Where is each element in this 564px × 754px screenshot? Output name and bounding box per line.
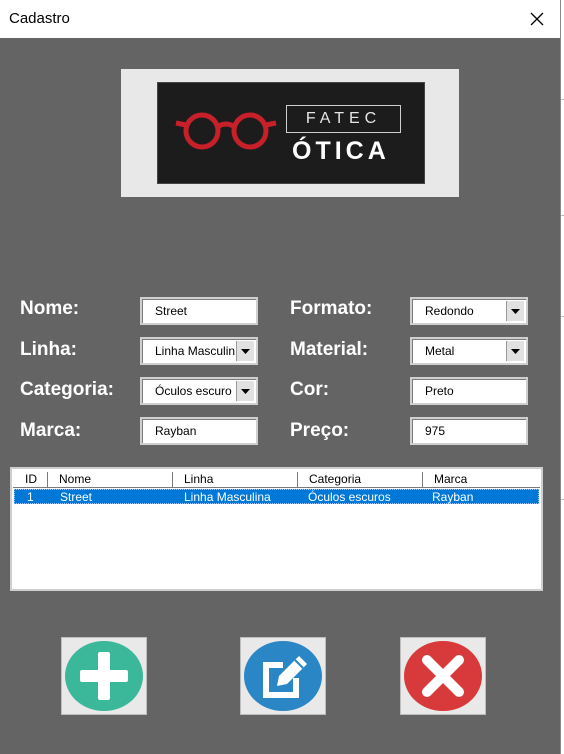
linha-label: Linha: — [20, 339, 77, 360]
material-dropdown-button[interactable] — [506, 341, 524, 361]
add-button[interactable] — [61, 637, 147, 715]
chevron-down-icon — [511, 308, 520, 314]
cor-label: Cor: — [290, 379, 330, 400]
linha-combobox[interactable]: Linha Masculin — [140, 337, 258, 365]
nome-label: Nome: — [20, 298, 80, 319]
formato-value: Redondo — [425, 304, 474, 318]
x-icon — [404, 641, 482, 711]
column-header-id[interactable]: ID — [25, 472, 37, 486]
marca-label: Marca: — [20, 420, 82, 441]
cell-marca: Rayban — [432, 490, 474, 504]
logo-fatec-text: FATEC — [286, 105, 401, 133]
formato-combobox[interactable]: Redondo — [410, 297, 528, 325]
close-icon — [530, 12, 544, 26]
edit-button[interactable] — [240, 637, 326, 715]
nome-field[interactable]: Street — [140, 297, 258, 325]
cor-field[interactable]: Preto — [410, 377, 528, 405]
delete-button[interactable] — [400, 637, 486, 715]
categoria-value: Óculos escuro — [155, 384, 232, 398]
material-label: Material: — [290, 339, 369, 360]
categoria-dropdown-button[interactable] — [236, 381, 254, 401]
logo-image: FATEC ÓTICA — [121, 69, 459, 197]
window-title: Cadastro — [9, 10, 70, 27]
column-header-linha[interactable]: Linha — [184, 472, 213, 486]
categoria-combobox[interactable]: Óculos escuro — [140, 377, 258, 405]
logo-otica-text: ÓTICA — [292, 137, 390, 165]
column-header-categoria[interactable]: Categoria — [309, 472, 361, 486]
cell-nome: Street — [60, 490, 93, 504]
plus-icon — [65, 641, 143, 711]
preco-label: Preço: — [290, 420, 350, 441]
linha-value: Linha Masculin — [155, 344, 236, 358]
cadastro-dialog: Cadastro FATEC ÓTICA Nome: Street Linha:… — [0, 0, 561, 754]
chevron-down-icon — [241, 388, 250, 394]
material-combobox[interactable]: Metal — [410, 337, 528, 365]
material-value: Metal — [425, 344, 455, 358]
glasses-logo-icon — [175, 112, 277, 150]
marca-field[interactable]: Rayban — [140, 417, 258, 445]
list-item[interactable]: 1 Street Linha Masculina Óculos escuros … — [14, 489, 539, 504]
formato-label: Formato: — [290, 298, 373, 319]
title-bar: Cadastro — [0, 0, 560, 38]
cell-linha: Linha Masculina — [184, 490, 271, 504]
column-header-nome[interactable]: Nome — [59, 472, 91, 486]
formato-dropdown-button[interactable] — [506, 301, 524, 321]
edit-icon — [244, 641, 322, 711]
column-header-marca[interactable]: Marca — [434, 472, 467, 486]
listbox-header: ID Nome Linha Categoria Marca — [13, 471, 540, 488]
cadastro-listbox[interactable]: ID Nome Linha Categoria Marca 1 Street L… — [10, 467, 543, 591]
linha-dropdown-button[interactable] — [236, 341, 254, 361]
logo-panel: FATEC ÓTICA — [157, 82, 425, 184]
chevron-down-icon — [241, 348, 250, 354]
preco-field[interactable]: 975 — [410, 417, 528, 445]
categoria-label: Categoria: — [20, 379, 114, 400]
close-button[interactable] — [514, 0, 560, 38]
chevron-down-icon — [511, 348, 520, 354]
cell-id: 1 — [27, 490, 34, 504]
cell-categoria: Óculos escuros — [308, 490, 391, 504]
